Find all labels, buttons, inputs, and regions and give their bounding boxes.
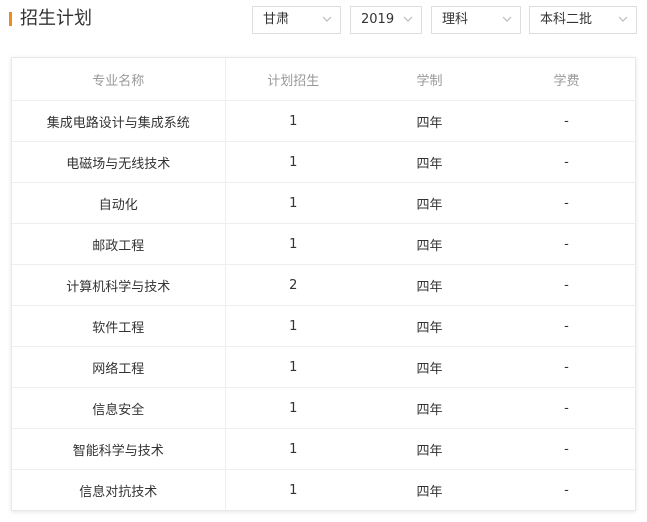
cell-major: 集成电路设计与集成系统 (12, 100, 226, 142)
cell-fee: - (564, 482, 569, 498)
enrollment-plan-table: 专业名称 计划招生 学制 学费 集成电路设计与集成系统 1 四年 - 电磁场与无… (11, 57, 636, 511)
cell-fee: - (498, 182, 635, 224)
table-header-row: 专业名称 计划招生 学制 学费 (12, 58, 635, 101)
cell-fee: - (498, 100, 635, 142)
cell-plan: 1 (225, 141, 361, 183)
cell-fee: - (498, 305, 635, 347)
cell-major: 信息安全 (12, 387, 226, 429)
cell-plan: 1 (225, 428, 361, 470)
year-select[interactable]: 2019 (350, 6, 422, 34)
cell-duration: 四年 (361, 141, 498, 183)
chevron-down-icon (322, 16, 332, 22)
cell-plan: 1 (225, 223, 361, 265)
column-header-fee: 学费 (498, 58, 635, 101)
cell-plan: 1 (225, 100, 361, 142)
table-row: 计算机科学与技术 2 四年 - (12, 264, 635, 306)
chevron-down-icon (618, 16, 628, 22)
cell-fee: - (498, 387, 635, 429)
table-row: 软件工程 1 四年 - (12, 305, 635, 347)
plan-header: 招生计划 甘肃 2019 理科 本科二批 (0, 0, 647, 48)
cell-plan: 1 (225, 387, 361, 429)
table-row: 网络工程 1 四年 - (12, 346, 635, 388)
page-title: 招生计划 (20, 8, 92, 29)
cell-major: 信息对抗技术 (12, 469, 226, 510)
year-select-value: 2019 (361, 12, 395, 27)
cell-duration: 四年 (361, 182, 498, 224)
table-row: 电磁场与无线技术 1 四年 - (12, 141, 635, 183)
cell-plan: 1 (225, 346, 361, 388)
cell-fee: - (498, 346, 635, 388)
cell-fee: - (498, 264, 635, 306)
province-select-value: 甘肃 (263, 12, 290, 27)
cell-duration: 四年 (361, 387, 498, 429)
table-row: 集成电路设计与集成系统 1 四年 - (12, 100, 635, 142)
cell-duration: 四年 (361, 428, 498, 470)
cell-major: 自动化 (12, 182, 226, 224)
subject-select[interactable]: 理科 (431, 6, 521, 34)
column-header-duration: 学制 (361, 58, 498, 101)
cell-major: 计算机科学与技术 (12, 264, 226, 306)
table-row: 信息安全 1 四年 - (12, 387, 635, 429)
cell-plan: 1 (289, 482, 298, 498)
chevron-down-icon (403, 16, 413, 22)
cell-major: 网络工程 (12, 346, 226, 388)
batch-select-value: 本科二批 (540, 12, 593, 27)
cell-major: 电磁场与无线技术 (12, 141, 226, 183)
table-row: 智能科学与技术 1 四年 - (12, 428, 635, 470)
cell-fee: - (498, 141, 635, 183)
table-row: 自动化 1 四年 - (12, 182, 635, 224)
cell-duration: 四年 (361, 305, 498, 347)
cell-fee: - (498, 428, 635, 470)
cell-duration: 四年 (361, 100, 498, 142)
province-select[interactable]: 甘肃 (252, 6, 341, 34)
cell-duration: 四年 (361, 264, 498, 306)
table-row: 邮政工程 1 四年 - (12, 223, 635, 265)
batch-select[interactable]: 本科二批 (529, 6, 637, 34)
chevron-down-icon (502, 16, 512, 22)
plan-table: 专业名称 计划招生 学制 学费 集成电路设计与集成系统 1 四年 - 电磁场与无… (12, 58, 635, 510)
cell-plan: 1 (225, 305, 361, 347)
column-header-major: 专业名称 (12, 58, 226, 101)
cell-duration: 四年 (416, 484, 443, 500)
cell-major: 智能科学与技术 (12, 428, 226, 470)
cell-plan: 1 (225, 182, 361, 224)
subject-select-value: 理科 (442, 12, 469, 27)
cell-plan: 2 (225, 264, 361, 306)
cell-duration: 四年 (361, 223, 498, 265)
cell-major: 邮政工程 (12, 223, 226, 265)
title-accent-bar (9, 12, 12, 26)
cell-major: 软件工程 (12, 305, 226, 347)
table-row: 信息对抗技术 1 四年 - (12, 469, 635, 510)
cell-fee: - (498, 223, 635, 265)
cell-duration: 四年 (361, 346, 498, 388)
column-header-plan: 计划招生 (225, 58, 361, 101)
